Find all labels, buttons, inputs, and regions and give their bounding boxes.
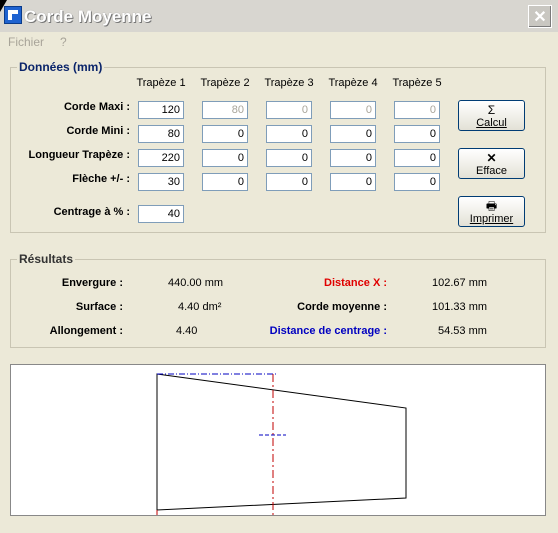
distance-centrage-label: Distance de centrage : — [269, 325, 387, 337]
allongement-value: 4.40 — [176, 325, 198, 337]
title-bar[interactable]: Corde Moyenne ✕ — [0, 0, 558, 32]
col-header-trapeze-1: Trapèze 1 — [136, 77, 186, 89]
col-header-trapeze-5: Trapèze 5 — [392, 77, 442, 89]
field-corde-mini-5[interactable]: 0 — [394, 125, 440, 143]
corde-moyenne-label: Corde moyenne : — [297, 301, 387, 313]
wing-drawing — [156, 373, 407, 515]
corde-moyenne-value: 101.33 mm — [432, 301, 488, 313]
field-corde-maxi-3: 0 — [266, 101, 312, 119]
field-longueur-5[interactable]: 0 — [394, 149, 440, 167]
col-header-trapeze-4: Trapèze 4 — [328, 77, 378, 89]
field-fleche-4[interactable]: 0 — [330, 173, 376, 191]
field-fleche-5[interactable]: 0 — [394, 173, 440, 191]
field-corde-mini-4[interactable]: 0 — [330, 125, 376, 143]
allongement-label: Allongement : — [49, 325, 123, 337]
menu-help[interactable]: ? — [60, 35, 67, 49]
calcul-button[interactable]: Σ Calcul — [458, 100, 525, 131]
field-corde-maxi-1[interactable]: 120 — [138, 101, 184, 119]
field-longueur-2[interactable]: 0 — [202, 149, 248, 167]
calcul-label: Calcul — [476, 117, 507, 129]
efface-button[interactable]: ✕ Efface — [458, 148, 525, 179]
col-header-trapeze-3: Trapèze 3 — [264, 77, 314, 89]
field-fleche-1[interactable]: 30 — [138, 173, 184, 191]
label-fleche: Flèche +/- : — [72, 173, 130, 185]
menu-bar: Fichier ? — [0, 33, 558, 52]
mouse-cursor-icon — [0, 0, 7, 12]
distance-centrage-value: 54.53 mm — [438, 325, 487, 337]
printer-icon: 🖶 — [485, 199, 498, 213]
field-longueur-1[interactable]: 220 — [138, 149, 184, 167]
envergure-label: Envergure : — [61, 277, 123, 289]
efface-label: Efface — [476, 165, 507, 177]
field-longueur-3[interactable]: 0 — [266, 149, 312, 167]
field-corde-maxi-4: 0 — [330, 101, 376, 119]
field-corde-mini-2[interactable]: 0 — [202, 125, 248, 143]
label-corde-maxi: Corde Maxi : — [63, 101, 130, 113]
window-title: Corde Moyenne — [24, 7, 152, 26]
envergure-value: 440.00 mm — [168, 277, 224, 289]
field-corde-mini-3[interactable]: 0 — [266, 125, 312, 143]
distance-x-label: Distance X : — [324, 277, 387, 289]
field-corde-maxi-5: 0 — [394, 101, 440, 119]
surface-value: 4.40 dm² — [178, 301, 222, 313]
label-centrage: Centrage à % : — [53, 206, 130, 218]
donnees-legend: Données (mm) — [17, 60, 105, 74]
sigma-icon: Σ — [487, 103, 496, 117]
distance-x-value: 102.67 mm — [432, 277, 488, 289]
field-corde-mini-1[interactable]: 80 — [138, 125, 184, 143]
x-icon: ✕ — [486, 151, 497, 165]
field-corde-maxi-2: 80 — [202, 101, 248, 119]
resultats-legend: Résultats — [17, 252, 76, 266]
wing-drawing-area — [10, 364, 546, 516]
wing-outline — [156, 373, 407, 511]
close-button[interactable]: ✕ — [528, 5, 552, 28]
label-corde-mini: Corde Mini : — [66, 125, 130, 137]
field-fleche-2[interactable]: 0 — [202, 173, 248, 191]
menu-fichier[interactable]: Fichier — [8, 35, 44, 49]
field-longueur-4[interactable]: 0 — [330, 149, 376, 167]
surface-label: Surface : — [75, 301, 123, 313]
col-header-trapeze-2: Trapèze 2 — [200, 77, 250, 89]
imprimer-button[interactable]: 🖶 Imprimer — [458, 196, 525, 227]
imprimer-label: Imprimer — [469, 213, 514, 225]
label-longueur-trapeze: Longueur Trapèze : — [28, 149, 130, 161]
field-centrage[interactable]: 40 — [138, 205, 184, 223]
field-fleche-3[interactable]: 0 — [266, 173, 312, 191]
main-window: Corde Moyenne ✕ Fichier ? Données (mm) T… — [0, 0, 558, 533]
